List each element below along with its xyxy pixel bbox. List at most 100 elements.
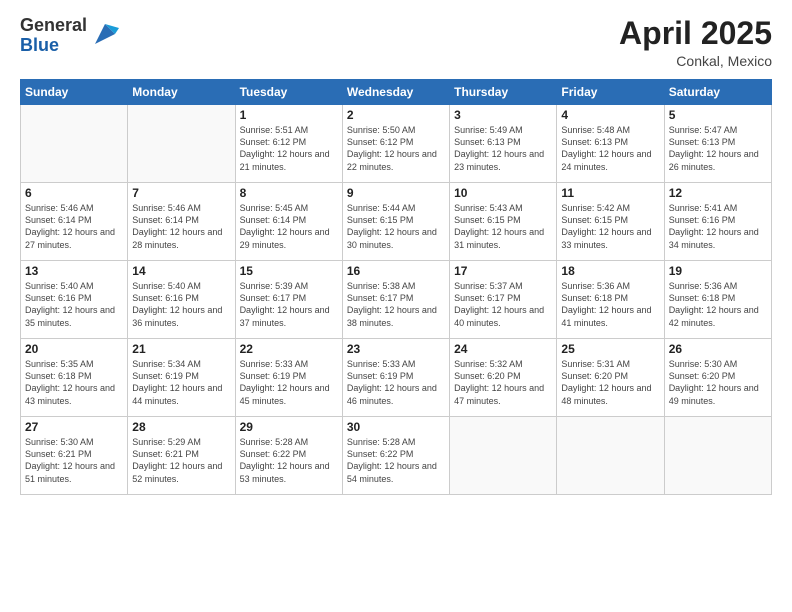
- calendar-cell: 7 Sunrise: 5:46 AMSunset: 6:14 PMDaylight…: [128, 183, 235, 261]
- day-number: 21: [132, 342, 230, 356]
- calendar-cell: 6 Sunrise: 5:46 AMSunset: 6:14 PMDaylight…: [21, 183, 128, 261]
- day-number: 8: [240, 186, 338, 200]
- week-row-2: 6 Sunrise: 5:46 AMSunset: 6:14 PMDaylight…: [21, 183, 772, 261]
- day-info: Sunrise: 5:40 AMSunset: 6:16 PMDaylight:…: [132, 280, 230, 329]
- calendar-cell: 17 Sunrise: 5:37 AMSunset: 6:17 PMDayligh…: [450, 261, 557, 339]
- day-number: 6: [25, 186, 123, 200]
- weekday-header-tuesday: Tuesday: [235, 80, 342, 105]
- calendar-cell: 5 Sunrise: 5:47 AMSunset: 6:13 PMDaylight…: [664, 105, 771, 183]
- day-number: 3: [454, 108, 552, 122]
- calendar-cell: 29 Sunrise: 5:28 AMSunset: 6:22 PMDayligh…: [235, 417, 342, 495]
- day-number: 9: [347, 186, 445, 200]
- calendar-cell: 24 Sunrise: 5:32 AMSunset: 6:20 PMDayligh…: [450, 339, 557, 417]
- calendar-body: 1Sunrise: 5:51 AMSunset: 6:12 PMDaylight…: [21, 105, 772, 495]
- calendar-cell: 3Sunrise: 5:49 AMSunset: 6:13 PMDaylight…: [450, 105, 557, 183]
- day-info: Sunrise: 5:46 AMSunset: 6:14 PMDaylight:…: [132, 202, 230, 251]
- calendar-cell: 21 Sunrise: 5:34 AMSunset: 6:19 PMDayligh…: [128, 339, 235, 417]
- calendar-cell: [664, 417, 771, 495]
- day-number: 4: [561, 108, 659, 122]
- day-info: Sunrise: 5:48 AMSunset: 6:13 PMDaylight:…: [561, 124, 659, 173]
- day-number: 14: [132, 264, 230, 278]
- day-info: Sunrise: 5:40 AMSunset: 6:16 PMDaylight:…: [25, 280, 123, 329]
- weekday-header-wednesday: Wednesday: [342, 80, 449, 105]
- day-number: 10: [454, 186, 552, 200]
- calendar-cell: 15Sunrise: 5:39 AMSunset: 6:17 PMDayligh…: [235, 261, 342, 339]
- calendar-cell: [557, 417, 664, 495]
- day-info: Sunrise: 5:46 AMSunset: 6:14 PMDaylight:…: [25, 202, 123, 251]
- calendar-cell: [21, 105, 128, 183]
- page: General Blue April 2025 Conkal, Mexico S…: [0, 0, 792, 612]
- calendar-cell: 14 Sunrise: 5:40 AMSunset: 6:16 PMDayligh…: [128, 261, 235, 339]
- calendar-cell: 30 Sunrise: 5:28 AMSunset: 6:22 PMDayligh…: [342, 417, 449, 495]
- calendar-cell: [128, 105, 235, 183]
- day-info: Sunrise: 5:30 AMSunset: 6:20 PMDaylight:…: [669, 358, 767, 407]
- week-row-1: 1Sunrise: 5:51 AMSunset: 6:12 PMDaylight…: [21, 105, 772, 183]
- day-info: Sunrise: 5:35 AMSunset: 6:18 PMDaylight:…: [25, 358, 123, 407]
- logo-blue: Blue: [20, 36, 87, 56]
- weekday-header-sunday: Sunday: [21, 80, 128, 105]
- location-subtitle: Conkal, Mexico: [619, 53, 772, 69]
- weekday-header-monday: Monday: [128, 80, 235, 105]
- calendar-cell: [450, 417, 557, 495]
- weekday-header-friday: Friday: [557, 80, 664, 105]
- day-info: Sunrise: 5:33 AMSunset: 6:19 PMDaylight:…: [240, 358, 338, 407]
- calendar-cell: 20 Sunrise: 5:35 AMSunset: 6:18 PMDayligh…: [21, 339, 128, 417]
- day-number: 12: [669, 186, 767, 200]
- day-number: 26: [669, 342, 767, 356]
- day-info: Sunrise: 5:42 AMSunset: 6:15 PMDaylight:…: [561, 202, 659, 251]
- day-number: 5: [669, 108, 767, 122]
- week-row-3: 13 Sunrise: 5:40 AMSunset: 6:16 PMDayligh…: [21, 261, 772, 339]
- logo-icon: [91, 20, 119, 48]
- day-number: 22: [240, 342, 338, 356]
- day-number: 15: [240, 264, 338, 278]
- day-number: 11: [561, 186, 659, 200]
- day-info: Sunrise: 5:47 AMSunset: 6:13 PMDaylight:…: [669, 124, 767, 173]
- day-info: Sunrise: 5:43 AMSunset: 6:15 PMDaylight:…: [454, 202, 552, 251]
- day-number: 29: [240, 420, 338, 434]
- calendar-cell: 1Sunrise: 5:51 AMSunset: 6:12 PMDaylight…: [235, 105, 342, 183]
- calendar-cell: 11 Sunrise: 5:42 AMSunset: 6:15 PMDayligh…: [557, 183, 664, 261]
- calendar-cell: 23Sunrise: 5:33 AMSunset: 6:19 PMDayligh…: [342, 339, 449, 417]
- calendar-cell: 10 Sunrise: 5:43 AMSunset: 6:15 PMDayligh…: [450, 183, 557, 261]
- day-number: 30: [347, 420, 445, 434]
- day-info: Sunrise: 5:36 AMSunset: 6:18 PMDaylight:…: [669, 280, 767, 329]
- day-number: 28: [132, 420, 230, 434]
- calendar-cell: 27 Sunrise: 5:30 AMSunset: 6:21 PMDayligh…: [21, 417, 128, 495]
- calendar-cell: 9Sunrise: 5:44 AMSunset: 6:15 PMDaylight…: [342, 183, 449, 261]
- day-info: Sunrise: 5:28 AMSunset: 6:22 PMDaylight:…: [240, 436, 338, 485]
- day-number: 7: [132, 186, 230, 200]
- weekday-header-saturday: Saturday: [664, 80, 771, 105]
- weekday-header-thursday: Thursday: [450, 80, 557, 105]
- day-info: Sunrise: 5:36 AMSunset: 6:18 PMDaylight:…: [561, 280, 659, 329]
- calendar-cell: 22 Sunrise: 5:33 AMSunset: 6:19 PMDayligh…: [235, 339, 342, 417]
- weekday-header-row: SundayMondayTuesdayWednesdayThursdayFrid…: [21, 80, 772, 105]
- day-number: 25: [561, 342, 659, 356]
- day-info: Sunrise: 5:34 AMSunset: 6:19 PMDaylight:…: [132, 358, 230, 407]
- month-title: April 2025: [619, 16, 772, 51]
- day-number: 17: [454, 264, 552, 278]
- calendar-cell: 16Sunrise: 5:38 AMSunset: 6:17 PMDayligh…: [342, 261, 449, 339]
- day-info: Sunrise: 5:28 AMSunset: 6:22 PMDaylight:…: [347, 436, 445, 485]
- day-number: 23: [347, 342, 445, 356]
- day-number: 27: [25, 420, 123, 434]
- day-info: Sunrise: 5:32 AMSunset: 6:20 PMDaylight:…: [454, 358, 552, 407]
- calendar-cell: 25Sunrise: 5:31 AMSunset: 6:20 PMDayligh…: [557, 339, 664, 417]
- header: General Blue April 2025 Conkal, Mexico: [20, 16, 772, 69]
- day-info: Sunrise: 5:37 AMSunset: 6:17 PMDaylight:…: [454, 280, 552, 329]
- calendar-cell: 8Sunrise: 5:45 AMSunset: 6:14 PMDaylight…: [235, 183, 342, 261]
- day-number: 1: [240, 108, 338, 122]
- day-number: 2: [347, 108, 445, 122]
- calendar-cell: 19Sunrise: 5:36 AMSunset: 6:18 PMDayligh…: [664, 261, 771, 339]
- day-number: 16: [347, 264, 445, 278]
- calendar-table: SundayMondayTuesdayWednesdayThursdayFrid…: [20, 79, 772, 495]
- calendar-cell: 13 Sunrise: 5:40 AMSunset: 6:16 PMDayligh…: [21, 261, 128, 339]
- logo-general: General: [20, 16, 87, 36]
- logo-text: General Blue: [20, 16, 87, 56]
- day-number: 13: [25, 264, 123, 278]
- logo: General Blue: [20, 16, 119, 56]
- day-info: Sunrise: 5:30 AMSunset: 6:21 PMDaylight:…: [25, 436, 123, 485]
- day-number: 20: [25, 342, 123, 356]
- week-row-5: 27 Sunrise: 5:30 AMSunset: 6:21 PMDayligh…: [21, 417, 772, 495]
- day-number: 24: [454, 342, 552, 356]
- day-number: 18: [561, 264, 659, 278]
